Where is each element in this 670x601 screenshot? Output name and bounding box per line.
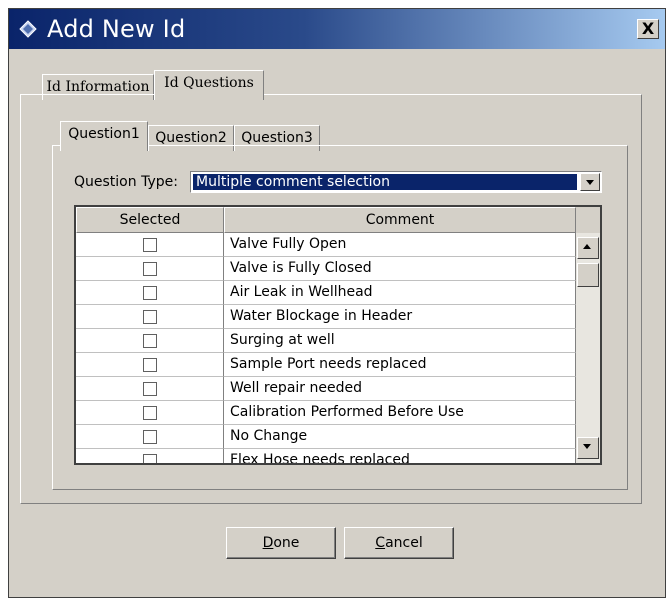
tab-label: Question3 bbox=[241, 130, 313, 146]
done-mnemonic: D bbox=[262, 535, 274, 551]
table-row[interactable]: Surging at well bbox=[76, 329, 576, 353]
cancel-mnemonic: C bbox=[375, 535, 386, 551]
selected-cell bbox=[76, 281, 224, 305]
selected-checkbox[interactable] bbox=[143, 238, 157, 252]
chevron-down-icon bbox=[586, 180, 594, 185]
selected-cell bbox=[76, 257, 224, 281]
selected-checkbox[interactable] bbox=[143, 430, 157, 444]
comment-cell[interactable]: Sample Port needs replaced bbox=[224, 353, 576, 377]
comment-cell[interactable]: Surging at well bbox=[224, 329, 576, 353]
selected-checkbox[interactable] bbox=[143, 310, 157, 324]
comments-grid: Selected Comment Valve Fully Open Valve i… bbox=[74, 205, 602, 465]
question-type-label: Question Type: bbox=[74, 174, 178, 190]
column-header-label: Comment bbox=[365, 212, 435, 228]
close-button[interactable]: X bbox=[637, 19, 659, 39]
tab-question1[interactable]: Question1 bbox=[60, 121, 148, 151]
selected-cell bbox=[76, 233, 224, 257]
table-row[interactable]: Valve Fully Open bbox=[76, 233, 576, 257]
tab-id-questions[interactable]: Id Questions bbox=[154, 70, 264, 100]
tab-label: Question1 bbox=[68, 126, 140, 142]
selected-checkbox[interactable] bbox=[143, 454, 157, 463]
table-row[interactable]: Air Leak in Wellhead bbox=[76, 281, 576, 305]
tab-label: Id Information bbox=[46, 79, 150, 95]
selected-cell bbox=[76, 449, 224, 463]
table-row[interactable]: Flex Hose needs replaced bbox=[76, 449, 576, 463]
scroll-up-button[interactable] bbox=[577, 237, 599, 259]
done-label-rest: one bbox=[273, 535, 300, 551]
selected-checkbox[interactable] bbox=[143, 358, 157, 372]
table-row[interactable]: Valve is Fully Closed bbox=[76, 257, 576, 281]
diamond-app-icon bbox=[19, 20, 37, 38]
selected-cell bbox=[76, 425, 224, 449]
table-row[interactable]: Sample Port needs replaced bbox=[76, 353, 576, 377]
comment-cell[interactable]: No Change bbox=[224, 425, 576, 449]
selected-cell bbox=[76, 329, 224, 353]
question-type-dropdown-button[interactable] bbox=[580, 173, 600, 191]
question-type-value: Multiple comment selection bbox=[193, 174, 577, 190]
chevron-up-icon bbox=[583, 244, 591, 249]
comment-cell[interactable]: Valve is Fully Closed bbox=[224, 257, 576, 281]
chevron-down-icon bbox=[583, 444, 591, 449]
selected-checkbox[interactable] bbox=[143, 406, 157, 420]
selected-checkbox[interactable] bbox=[143, 382, 157, 396]
table-row[interactable]: Calibration Performed Before Use bbox=[76, 401, 576, 425]
scroll-thumb[interactable] bbox=[577, 263, 599, 287]
question-type-select[interactable]: Multiple comment selection bbox=[190, 171, 602, 193]
comment-cell[interactable]: Valve Fully Open bbox=[224, 233, 576, 257]
comment-cell[interactable]: Air Leak in Wellhead bbox=[224, 281, 576, 305]
table-row[interactable]: No Change bbox=[76, 425, 576, 449]
comment-cell[interactable]: Flex Hose needs replaced bbox=[224, 449, 576, 463]
column-header-selected[interactable]: Selected bbox=[76, 207, 224, 233]
cancel-button[interactable]: Cancel bbox=[344, 527, 454, 559]
table-row[interactable]: Well repair needed bbox=[76, 377, 576, 401]
done-button[interactable]: Done bbox=[226, 527, 336, 559]
comment-cell[interactable]: Water Blockage in Header bbox=[224, 305, 576, 329]
selected-cell bbox=[76, 353, 224, 377]
cancel-label-rest: ancel bbox=[385, 535, 423, 551]
selected-checkbox[interactable] bbox=[143, 286, 157, 300]
selected-cell bbox=[76, 305, 224, 329]
selected-cell bbox=[76, 401, 224, 425]
title-bar[interactable]: Add New Id X bbox=[9, 9, 665, 49]
table-row[interactable]: Water Blockage in Header bbox=[76, 305, 576, 329]
scroll-down-button[interactable] bbox=[577, 437, 599, 459]
header-corner bbox=[576, 207, 600, 233]
comment-cell[interactable]: Calibration Performed Before Use bbox=[224, 401, 576, 425]
close-icon: X bbox=[641, 19, 655, 38]
tab-label: Question2 bbox=[155, 130, 227, 146]
tab-label: Id Questions bbox=[164, 75, 254, 91]
selected-checkbox[interactable] bbox=[143, 334, 157, 348]
comment-cell[interactable]: Well repair needed bbox=[224, 377, 576, 401]
column-header-comment[interactable]: Comment bbox=[224, 207, 576, 233]
column-header-label: Selected bbox=[119, 212, 181, 228]
selected-checkbox[interactable] bbox=[143, 262, 157, 276]
vertical-scrollbar[interactable] bbox=[576, 233, 600, 463]
dialog-title: Add New Id bbox=[47, 15, 186, 43]
selected-cell bbox=[76, 377, 224, 401]
